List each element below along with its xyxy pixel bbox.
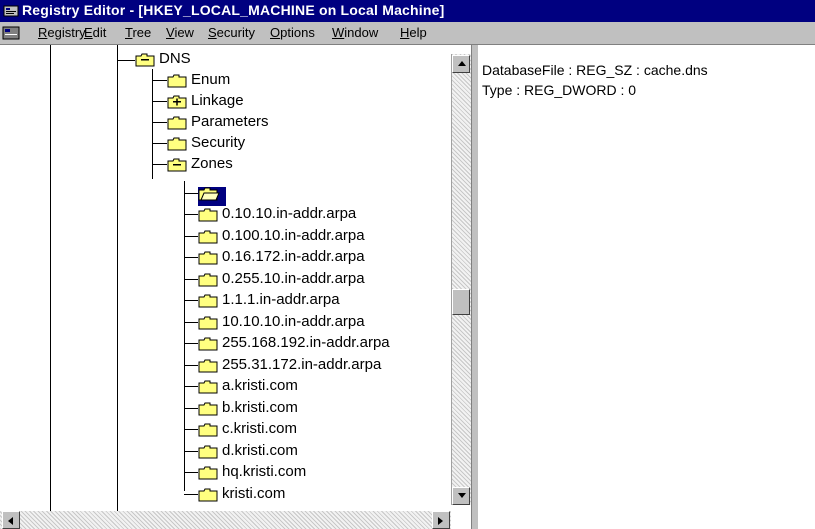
registry-app-icon[interactable]	[3, 3, 19, 19]
menu-edit[interactable]: Edit	[84, 25, 106, 40]
value-pane[interactable]: DatabaseFile : REG_SZ : cache.dns Type :…	[478, 45, 815, 529]
folder-icon	[198, 251, 220, 270]
tree-line	[184, 181, 185, 491]
tree-line	[117, 60, 118, 529]
tree-node-enum[interactable]: Enum	[152, 70, 487, 91]
tree-node-label: Enum	[191, 71, 231, 88]
tree-node-label: 0.16.172.in-addr.arpa	[222, 248, 365, 265]
arrow-right-icon	[438, 517, 443, 525]
folder-icon	[198, 466, 220, 485]
menu-window[interactable]: Window	[332, 25, 378, 40]
folder-icon	[198, 402, 220, 421]
tree-line	[184, 300, 198, 301]
tree-line	[184, 214, 198, 215]
tree-horizontal-scrollbar[interactable]	[0, 511, 451, 529]
tree-node-linkage[interactable]: Linkage	[152, 91, 487, 112]
tree-node-zones[interactable]: Zones	[152, 154, 487, 177]
tree-node-label: 0.100.10.in-addr.arpa	[222, 226, 365, 244]
folder-icon	[198, 273, 220, 292]
folder-icon	[198, 294, 220, 313]
folder-icon	[198, 445, 220, 464]
scroll-left-button[interactable]	[2, 511, 20, 529]
tree-line	[184, 407, 198, 409]
tree-node-label: 10.10.10.in-addr.arpa	[222, 312, 365, 330]
folder-icon	[198, 230, 220, 249]
tree-line	[117, 60, 135, 61]
tree-line	[117, 45, 118, 60]
menu-options[interactable]: Options	[270, 25, 315, 40]
tree-line	[184, 235, 198, 237]
tree-line	[184, 386, 198, 387]
window-title: Registry Editor - [HKEY_LOCAL_MACHINE on…	[22, 2, 445, 18]
tree-vertical-scrollbar[interactable]	[451, 54, 472, 505]
tree-node-security[interactable]: Security	[152, 133, 487, 154]
document-window-icon[interactable]	[2, 25, 20, 41]
tree-line	[184, 278, 198, 280]
tree-line	[152, 164, 167, 165]
folder-icon	[198, 359, 220, 378]
menu-registry[interactable]: Registry	[38, 25, 86, 40]
tree-node-label: Parameters	[191, 113, 269, 130]
tree-node-label: 255.168.192.in-addr.arpa	[222, 334, 390, 351]
tree-node-label: 0.255.10.in-addr.arpa	[222, 269, 365, 287]
menu-tree[interactable]: Tree	[125, 25, 151, 40]
tree-node-label: d.kristi.com	[222, 441, 298, 459]
menu-help[interactable]: Help	[400, 25, 427, 40]
menu-security[interactable]: Security	[208, 25, 255, 40]
tree-node-label: kristi.com	[222, 484, 286, 502]
scroll-down-button[interactable]	[452, 487, 470, 505]
tree-line	[184, 257, 198, 258]
value-entry-type[interactable]: Type : REG_DWORD : 0	[482, 82, 636, 98]
folder-icon	[198, 380, 220, 399]
tree-node-label: a.kristi.com	[222, 377, 298, 394]
arrow-left-icon	[8, 517, 13, 525]
tree-line	[184, 450, 198, 452]
tree-node-label: 1.1.1.in-addr.arpa	[222, 291, 340, 308]
folder-icon	[198, 337, 220, 356]
tree-node-label: Zones	[191, 155, 233, 172]
tree-line	[184, 364, 198, 366]
tree-node-label: Linkage	[191, 92, 244, 109]
tree-node-label: b.kristi.com	[222, 398, 298, 416]
tree-line	[184, 472, 198, 473]
tree-node-dns[interactable]: DNS	[135, 49, 455, 70]
value-entry-databasefile[interactable]: DatabaseFile : REG_SZ : cache.dns	[482, 62, 708, 78]
tree-node-label: 255.31.172.in-addr.arpa	[222, 355, 382, 373]
tree-line	[152, 143, 167, 144]
tree-line	[184, 321, 198, 323]
tree-line	[184, 193, 198, 194]
tree-line	[152, 69, 153, 179]
scroll-right-button[interactable]	[432, 511, 450, 529]
menu-view[interactable]: View	[166, 25, 194, 40]
scroll-thumb[interactable]	[452, 289, 470, 315]
folder-open-icon	[167, 158, 189, 177]
tree-node-label: DNS	[159, 50, 191, 67]
tree-node-label: c.kristi.com	[222, 420, 297, 437]
title-bar: Registry Editor - [HKEY_LOCAL_MACHINE on…	[0, 0, 815, 22]
tree-node-label: 0.10.10.in-addr.arpa	[222, 205, 357, 222]
tree-line	[152, 122, 167, 123]
menu-bar: Registry Edit Tree View Security Options…	[0, 22, 815, 45]
tree-line	[50, 45, 51, 529]
tree-node-label: Security	[191, 134, 246, 151]
tree-line	[152, 80, 167, 81]
folder-icon	[198, 208, 220, 227]
tree-line	[184, 493, 198, 495]
tree-node-label: hq.kristi.com	[222, 463, 307, 480]
folder-icon	[198, 423, 220, 442]
folder-icon	[198, 488, 220, 507]
tree-line	[152, 101, 167, 102]
arrow-up-icon	[458, 61, 466, 66]
folder-open-icon	[135, 53, 157, 72]
tree-line	[184, 429, 198, 430]
arrow-down-icon	[458, 493, 466, 498]
tree-line	[184, 343, 198, 344]
scroll-up-button[interactable]	[452, 55, 470, 73]
folder-icon	[198, 316, 220, 335]
tree-node-parameters[interactable]: Parameters	[152, 112, 487, 133]
